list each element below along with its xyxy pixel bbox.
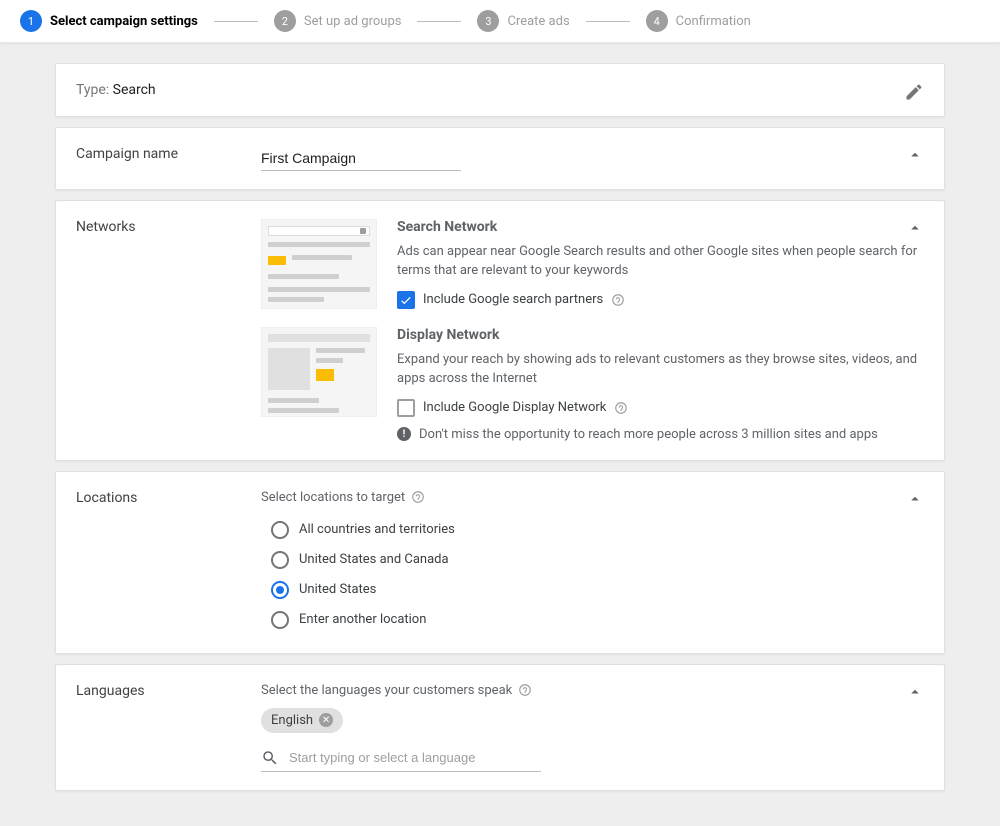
- collapse-icon[interactable]: [906, 490, 924, 508]
- search-network-desc: Ads can appear near Google Search result…: [397, 243, 924, 281]
- step-badge-1: 1: [20, 10, 42, 32]
- search-network-row: Search Network Ads can appear near Googl…: [261, 219, 924, 309]
- location-option-us[interactable]: United States: [261, 575, 924, 605]
- step-label-3: Create ads: [507, 14, 569, 29]
- radio-icon: [271, 551, 289, 569]
- edit-icon[interactable]: [904, 82, 924, 102]
- collapse-icon[interactable]: [906, 146, 924, 164]
- languages-title: Languages: [76, 683, 261, 699]
- step-badge-2: 2: [274, 10, 296, 32]
- location-option-label: Enter another location: [299, 612, 426, 627]
- radio-icon: [271, 581, 289, 599]
- step-label-2: Set up ad groups: [304, 14, 402, 29]
- stepper: 1 Select campaign settings 2 Set up ad g…: [0, 0, 1000, 43]
- language-chip-english[interactable]: English ✕: [261, 708, 343, 733]
- step-3[interactable]: 3 Create ads: [477, 10, 569, 32]
- search-partners-label: Include Google search partners: [423, 292, 603, 307]
- collapse-icon[interactable]: [906, 683, 924, 701]
- search-partners-checkbox[interactable]: [397, 291, 415, 309]
- type-label: Type:: [76, 82, 113, 98]
- locations-title: Locations: [76, 490, 261, 506]
- campaign-name-title: Campaign name: [76, 146, 261, 162]
- step-connector: [586, 21, 630, 22]
- step-1[interactable]: 1 Select campaign settings: [20, 10, 198, 32]
- display-network-desc: Expand your reach by showing ads to rele…: [397, 351, 924, 389]
- help-icon[interactable]: [411, 490, 425, 504]
- collapse-icon[interactable]: [906, 219, 924, 237]
- search-network-thumbnail: [261, 219, 377, 309]
- location-option-enter[interactable]: Enter another location: [261, 605, 924, 635]
- campaign-name-input[interactable]: [261, 146, 461, 171]
- info-icon: !: [397, 427, 411, 441]
- step-label-1: Select campaign settings: [50, 14, 198, 29]
- help-icon[interactable]: [614, 401, 628, 415]
- networks-card: Networks Search Network Ad: [55, 200, 945, 461]
- step-2[interactable]: 2 Set up ad groups: [274, 10, 402, 32]
- display-network-label: Include Google Display Network: [423, 400, 606, 415]
- step-connector: [417, 21, 461, 22]
- location-option-label: All countries and territories: [299, 522, 455, 537]
- location-option-label: United States and Canada: [299, 552, 449, 567]
- radio-icon: [271, 611, 289, 629]
- location-option-us-canada[interactable]: United States and Canada: [261, 545, 924, 575]
- location-option-label: United States: [299, 582, 376, 597]
- location-option-all[interactable]: All countries and territories: [261, 515, 924, 545]
- display-network-tip: Don't miss the opportunity to reach more…: [419, 427, 878, 442]
- type-value: Search: [113, 82, 156, 98]
- languages-prompt: Select the languages your customers spea…: [261, 683, 512, 698]
- campaign-name-card: Campaign name: [55, 127, 945, 190]
- step-connector: [214, 21, 258, 22]
- language-search-input[interactable]: [289, 750, 541, 765]
- locations-card: Locations Select locations to target All…: [55, 471, 945, 654]
- help-icon[interactable]: [518, 683, 532, 697]
- search-icon: [261, 749, 279, 767]
- display-network-thumbnail: [261, 327, 377, 417]
- help-icon[interactable]: [611, 293, 625, 307]
- search-network-heading: Search Network: [397, 219, 924, 235]
- display-network-heading: Display Network: [397, 327, 924, 343]
- networks-title: Networks: [76, 219, 261, 235]
- type-card: Type: Search: [55, 63, 945, 117]
- step-badge-3: 3: [477, 10, 499, 32]
- display-network-checkbox[interactable]: [397, 399, 415, 417]
- languages-card: Languages Select the languages your cust…: [55, 664, 945, 791]
- language-chip-label: English: [271, 713, 313, 728]
- radio-icon: [271, 521, 289, 539]
- language-search[interactable]: [261, 745, 541, 772]
- step-4[interactable]: 4 Confirmation: [646, 10, 751, 32]
- remove-chip-icon[interactable]: ✕: [319, 713, 333, 727]
- display-network-row: Display Network Expand your reach by sho…: [261, 327, 924, 442]
- step-label-4: Confirmation: [676, 14, 751, 29]
- step-badge-4: 4: [646, 10, 668, 32]
- locations-prompt: Select locations to target: [261, 490, 405, 505]
